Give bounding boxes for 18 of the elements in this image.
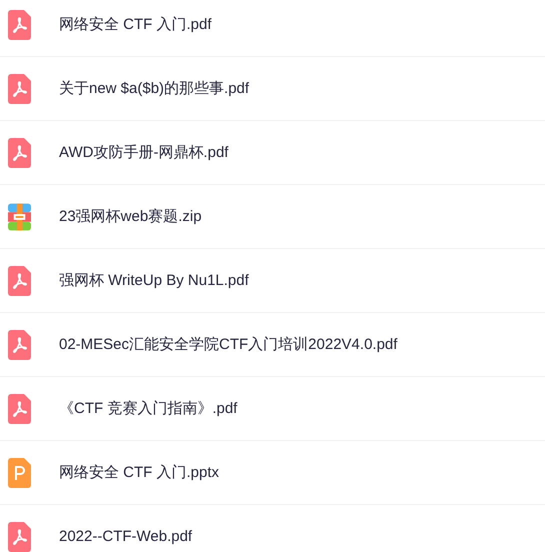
file-name[interactable]: 2022--CTF-Web.pdf (59, 528, 192, 545)
pdf-file-icon (8, 522, 31, 552)
pdf-file-icon (8, 10, 31, 40)
pdf-file-icon (8, 138, 31, 168)
file-name[interactable]: 网络安全 CTF 入门.pdf (59, 15, 212, 34)
file-name[interactable]: 23强网杯web赛题.zip (59, 207, 202, 226)
file-name[interactable]: 《CTF 竞赛入门指南》.pdf (59, 399, 238, 418)
pdf-file-icon (8, 266, 31, 296)
file-name[interactable]: 关于new $a($b)的那些事.pdf (59, 79, 250, 98)
file-name[interactable]: AWD攻防手册-网鼎杯.pdf (59, 143, 228, 162)
file-name[interactable]: 02-MESec汇能安全学院CTF入门培训2022V4.0.pdf (59, 335, 398, 354)
pdf-file-icon (8, 394, 31, 424)
file-name[interactable]: 强网杯 WriteUp By Nu1L.pdf (59, 271, 249, 290)
pdf-file-icon (8, 330, 31, 360)
archive-file-icon (8, 202, 31, 230)
file-name[interactable]: 网络安全 CTF 入门.pptx (59, 463, 220, 482)
presentation-file-icon (8, 458, 31, 488)
pdf-file-icon (8, 74, 31, 104)
